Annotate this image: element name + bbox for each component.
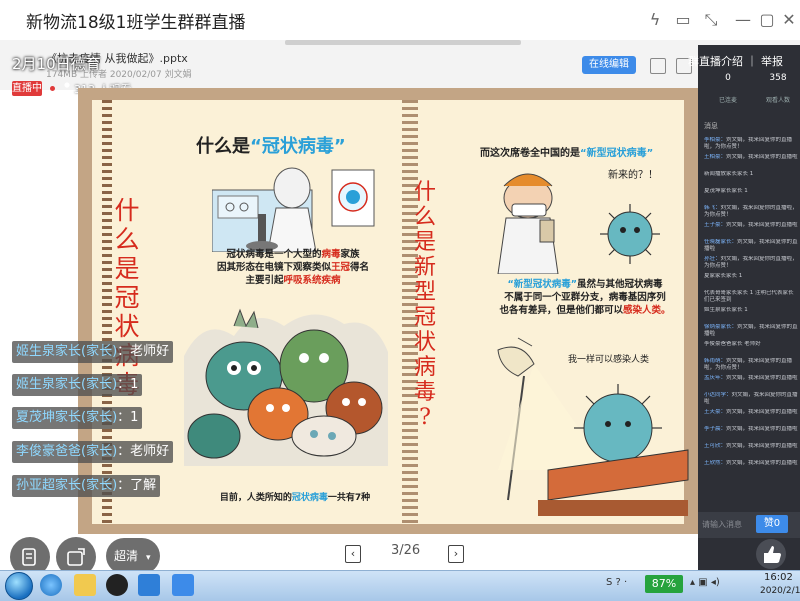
thumbs-up-icon	[764, 546, 781, 563]
danmu-comment: 夏茂坤家长(家长)：1	[12, 407, 143, 429]
quality-label: 超清	[114, 549, 139, 563]
message-item: 孟庆年：刘文娟，我来回复你的直播啦	[704, 375, 798, 381]
message-item: 孙壮：刘文娟，我来回复你的直播啦，为你点赞！	[704, 256, 798, 269]
speech-bubble-top: 新来的？！	[608, 170, 658, 181]
slide-page: 什 么 是 冠 状 病 毒 什么是“冠状病毒” 冠状病	[92, 100, 689, 524]
live-status-badge: 直播中	[12, 81, 42, 96]
message-item: 韩雨萌：刘文娟，我来回复你的直播啦，为你点赞！	[704, 358, 793, 371]
group-live-links[interactable]: 群直播介绍 ｜ 举报	[688, 53, 783, 69]
left-heading: 什么是“冠状病毒”	[196, 136, 346, 157]
live-app-icon[interactable]	[172, 574, 194, 596]
message-item: 王天豪：刘文娟，我来回复你的直播啦	[704, 409, 798, 415]
message-item: 任晓磊家长：刘文娟，我来回复你的直播啦	[704, 239, 798, 252]
like-button[interactable]	[756, 539, 786, 569]
chat-panel: 群直播介绍 ｜ 举报 0 已连麦 358 观看人数 消息 李柏豪：刘文娟，我来回…	[688, 45, 800, 570]
message-item: 李俊豪爸爸家长 老师好	[704, 341, 761, 347]
tray-icons[interactable]: ▴ ▣ ◂)	[690, 577, 720, 588]
prev-page-button[interactable]: ‹	[345, 545, 361, 563]
left-footer: 目前，人类所知的冠状病毒一共有7种	[219, 493, 371, 503]
notes-icon	[22, 548, 36, 566]
left-description: 冠状病毒是一个大型的病毒家族 因其形态在电镜下观察类似王冠得名 主要引起呼吸系统…	[216, 249, 370, 286]
flash-icon[interactable]: ϟ	[644, 9, 666, 31]
input-method-icon[interactable]: S ? ·	[606, 577, 627, 588]
message-item: 新闻播放家长家长 1	[704, 171, 754, 177]
title-bar: 新物流18级1班学生群群直播 ϟ ▭ ⤡ — ▢ ✕	[0, 0, 800, 41]
danmu-comment: 孙亚超家长(家长)：了解	[12, 475, 161, 497]
pin-icon[interactable]: ▭	[672, 9, 694, 31]
virus-monsters-illustration	[184, 308, 388, 466]
window-title: 新物流18级1班学生群群直播	[26, 13, 246, 33]
quality-dropdown[interactable]: 超清 ▾	[106, 538, 160, 574]
viewer-icon	[62, 82, 72, 94]
right-vertical-title: 什 么 是 新 型 冠 状 病 毒 ?	[413, 180, 436, 430]
slide-frame: 什 么 是 冠 状 病 毒 什么是“冠状病毒” 冠状病	[78, 88, 698, 534]
ie-icon[interactable]	[40, 574, 62, 596]
messages-header: 消息	[704, 122, 718, 130]
message-item: 夏家家长家长 1	[704, 273, 743, 279]
share-screen-icon	[67, 548, 85, 566]
clock-time[interactable]: 16:02	[764, 572, 793, 583]
right-description: “新型冠状病毒”虽然与其他冠状病毒 不属于同一个亚群分支，病毒基因序列 也各有差…	[499, 279, 671, 316]
scientist-illustration	[212, 167, 375, 252]
speech-bubble-bottom: 我一样可以感染人类	[568, 355, 650, 365]
battery-indicator[interactable]: 87%	[645, 575, 683, 593]
minimize-icon[interactable]: —	[732, 9, 754, 31]
message-item: 姬生泉家长家长 1	[704, 307, 748, 313]
left-vertical-title: 什 么 是 冠 状 病 毒	[114, 196, 140, 399]
new-virus-illustration	[497, 173, 660, 274]
folder-icon[interactable]	[74, 574, 96, 596]
stat-connected-label: 已连麦	[718, 97, 737, 104]
message-item: 小达同学：刘文娟，我来回复你的直播啦	[704, 392, 798, 405]
message-list[interactable]: 李柏豪：刘文娟，我来回复你的直播啦，为你点赞！ 王柏豪：刘文娟，我来回复你的直播…	[704, 137, 798, 477]
page-indicator: 3/26	[391, 543, 421, 558]
like-count-button[interactable]: 赞0	[756, 515, 788, 533]
start-button[interactable]	[5, 572, 33, 600]
stat-viewers-label: 观看人数	[765, 97, 790, 104]
message-item: 李柏豪：刘文娟，我来回复你的直播啦，为你点赞！	[704, 137, 793, 150]
danmu-comment: 姬生泉家长(家长)：1	[12, 374, 143, 396]
download-icon[interactable]	[650, 58, 666, 74]
chevron-down-icon: ▾	[146, 553, 151, 563]
right-heading: 而这次席卷全中国的是“新型冠状病毒”	[480, 148, 654, 159]
virus-at-desk-illustration	[497, 337, 689, 516]
message-item: 韩飞：刘文娟，我来回复你的直播啦，为你点赞！	[704, 205, 798, 218]
qq-icon[interactable]	[106, 574, 128, 596]
stat-viewers-value: 358	[769, 73, 787, 83]
danmu-comment: 姬生泉家长(家长)：老师好	[12, 341, 174, 363]
message-item: 夏茂坤家长家长 1	[704, 188, 748, 194]
maximize-icon[interactable]: ▢	[756, 9, 778, 31]
message-item: 王欣然：刘文娟，我来回复你的直播啦	[704, 460, 798, 466]
message-item: 李子晨：刘文娟，我来回复你的直播啦	[704, 426, 798, 432]
message-item: 代表哥哥家长家长 1 注明已代表家长们已来签到	[704, 290, 794, 303]
next-page-button[interactable]: ›	[448, 545, 464, 563]
live-dot-icon	[50, 86, 55, 91]
message-item: 王子豪：刘文娟，我来回复你的直播啦	[704, 222, 798, 228]
message-item: 王可欣：刘文娟，我来回复你的直播啦	[704, 443, 798, 449]
top-scrollbar[interactable]	[285, 40, 521, 45]
clock-date[interactable]: 2020/2/10	[760, 586, 800, 596]
app-icon[interactable]	[138, 574, 160, 596]
shrink-icon[interactable]: ⤡	[700, 9, 722, 31]
danmu-comment: 李俊豪爸爸(家长)：老师好	[12, 441, 174, 463]
stat-connected-value: 0	[725, 73, 731, 83]
close-icon[interactable]: ✕	[778, 9, 800, 31]
online-edit-button[interactable]: 在线编辑	[582, 56, 636, 74]
message-item: 王柏豪：刘文娟，我来回复你的直播啦	[704, 154, 798, 160]
live-date-label: 2月10日德育	[12, 55, 101, 73]
message-item: 徐炳豪家长：刘文娟，我来回复你的直播啦	[704, 324, 798, 337]
